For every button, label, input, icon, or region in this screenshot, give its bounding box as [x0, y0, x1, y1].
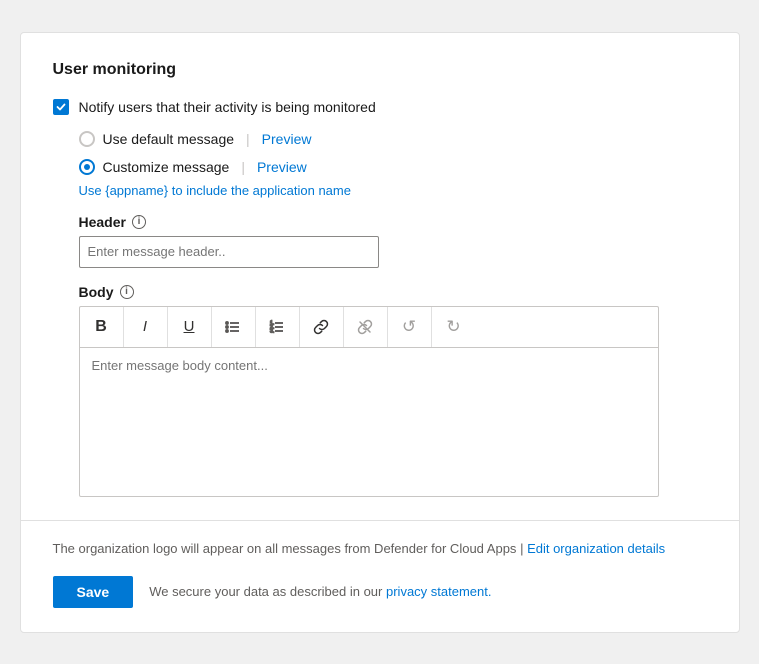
footer-separator: |	[520, 541, 527, 556]
section-title: User monitoring	[53, 61, 707, 79]
privacy-link[interactable]: privacy statement.	[386, 584, 492, 599]
toolbar-unordered-list-button[interactable]	[212, 307, 256, 347]
body-info-icon: i	[120, 285, 134, 299]
radio-default-row[interactable]: Use default message | Preview	[79, 131, 707, 147]
separator-default: |	[246, 131, 250, 147]
body-label-text: Body	[79, 284, 114, 300]
save-button[interactable]: Save	[53, 576, 134, 608]
header-label-text: Header	[79, 214, 126, 230]
body-textarea[interactable]	[79, 347, 659, 497]
toolbar-bold-button[interactable]: B	[80, 307, 124, 347]
header-field-group: Header i	[79, 214, 707, 268]
notify-checkbox[interactable]	[53, 99, 69, 115]
privacy-text: We secure your data as described in our …	[149, 584, 491, 599]
edit-org-link[interactable]: Edit organization details	[527, 541, 665, 556]
toolbar-redo-button[interactable]: ↻	[432, 307, 476, 347]
toolbar-undo-button[interactable]: ↺	[388, 307, 432, 347]
header-input[interactable]	[79, 236, 379, 268]
save-row: Save We secure your data as described in…	[53, 576, 707, 608]
radio-group: Use default message | Preview Customize …	[79, 131, 707, 175]
appname-hint: Use {appname} to include the application…	[79, 183, 707, 198]
divider	[21, 520, 739, 521]
body-field-group: Body i B I U 1.	[79, 284, 707, 500]
toolbar-ordered-list-button[interactable]: 1. 2. 3.	[256, 307, 300, 347]
toolbar-unlink-button[interactable]	[344, 307, 388, 347]
radio-customize-row[interactable]: Customize message | Preview	[79, 159, 707, 175]
header-info-icon: i	[132, 215, 146, 229]
body-label: Body i	[79, 284, 707, 300]
preview-customize-link[interactable]: Preview	[257, 159, 307, 175]
toolbar-underline-button[interactable]: U	[168, 307, 212, 347]
radio-customize[interactable]	[79, 159, 95, 175]
radio-customize-inner	[84, 164, 90, 170]
svg-text:3.: 3.	[270, 328, 274, 334]
notify-checkbox-label: Notify users that their activity is bein…	[79, 99, 376, 115]
radio-default-label: Use default message	[103, 131, 235, 147]
header-label: Header i	[79, 214, 707, 230]
preview-default-link[interactable]: Preview	[262, 131, 312, 147]
radio-default[interactable]	[79, 131, 95, 147]
footer-info: The organization logo will appear on all…	[53, 541, 707, 556]
main-card: User monitoring Notify users that their …	[20, 32, 740, 633]
body-toolbar: B I U 1. 2. 3.	[79, 306, 659, 347]
org-logo-text: The organization logo will appear on all…	[53, 541, 517, 556]
radio-customize-label: Customize message	[103, 159, 230, 175]
privacy-prefix: We secure your data as described in our	[149, 584, 382, 599]
notify-checkbox-row[interactable]: Notify users that their activity is bein…	[53, 99, 707, 115]
separator-customize: |	[241, 159, 245, 175]
toolbar-italic-button[interactable]: I	[124, 307, 168, 347]
toolbar-link-button[interactable]	[300, 307, 344, 347]
